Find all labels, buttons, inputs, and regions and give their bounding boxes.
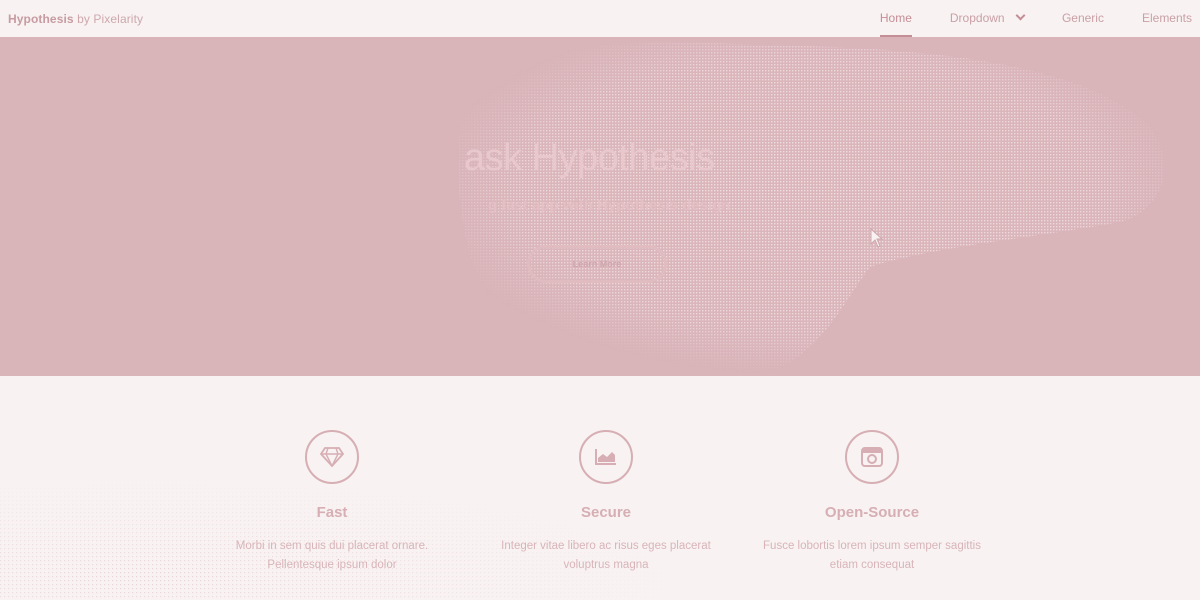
hero-banner: ask Hypothesis g fast app with Hypothesi… bbox=[0, 37, 1200, 376]
brand-logo-link[interactable]: Hypothesis by Pixelarity bbox=[8, 12, 143, 26]
nav-menu: Home Dropdown Generic Elements bbox=[842, 0, 1192, 37]
diamond-icon bbox=[305, 430, 359, 484]
camera-icon bbox=[845, 430, 899, 484]
brand-suffix: by Pixelarity bbox=[77, 11, 144, 26]
feature-title: Open-Source bbox=[824, 504, 920, 521]
mouse-cursor-icon bbox=[870, 228, 884, 248]
chevron-down-icon bbox=[1015, 10, 1026, 21]
feature-description-line: voluptrus magna bbox=[563, 559, 649, 571]
learn-more-button-label: Learn More bbox=[572, 259, 622, 269]
feature-description: Morbi in sem quis dui placerat ornare. P… bbox=[202, 537, 462, 575]
feature-description-line: Integer vitae libero ac risus eges place… bbox=[501, 540, 711, 552]
feature-title: Secure bbox=[580, 504, 632, 521]
hero-subtitle: g fast app with Hypothesis design bbox=[488, 197, 731, 214]
feature-description: Integer vitae libero ac risus eges place… bbox=[476, 537, 736, 575]
feature-description-line: etiam consequat bbox=[829, 559, 915, 571]
feature-description-line: Pellentesque ipsum dolor bbox=[267, 559, 397, 571]
top-navbar: Hypothesis by Pixelarity Home Dropdown G… bbox=[0, 0, 1200, 37]
nav-item-elements[interactable]: Elements bbox=[1142, 0, 1192, 37]
features-section: Fast Morbi in sem quis dui placerat orna… bbox=[0, 376, 1200, 600]
feature-description: Fusce lobortis lorem ipsum semper sagitt… bbox=[742, 537, 1002, 575]
feature-title: Fast bbox=[316, 504, 348, 521]
nav-item-dropdown-label: Dropdown bbox=[949, 11, 1005, 25]
nav-item-home[interactable]: Home bbox=[879, 0, 912, 37]
area-chart-icon bbox=[579, 430, 633, 484]
feature-description-line: Morbi in sem quis dui placerat ornare. bbox=[235, 540, 429, 552]
nav-item-home-label: Home bbox=[879, 11, 912, 25]
nav-item-generic[interactable]: Generic bbox=[1062, 0, 1104, 37]
nav-item-elements-label: Elements bbox=[1141, 11, 1192, 25]
nav-item-dropdown[interactable]: Dropdown bbox=[949, 0, 1026, 37]
learn-more-button[interactable]: Learn More bbox=[527, 245, 667, 283]
hero-title: ask Hypothesis bbox=[464, 137, 715, 179]
feature-description-line: Fusce lobortis lorem ipsum semper sagitt… bbox=[763, 540, 981, 552]
brand-name: Hypothesis bbox=[8, 11, 74, 26]
nav-item-generic-label: Generic bbox=[1061, 11, 1104, 25]
page: Hypothesis by Pixelarity Home Dropdown G… bbox=[0, 0, 1200, 600]
